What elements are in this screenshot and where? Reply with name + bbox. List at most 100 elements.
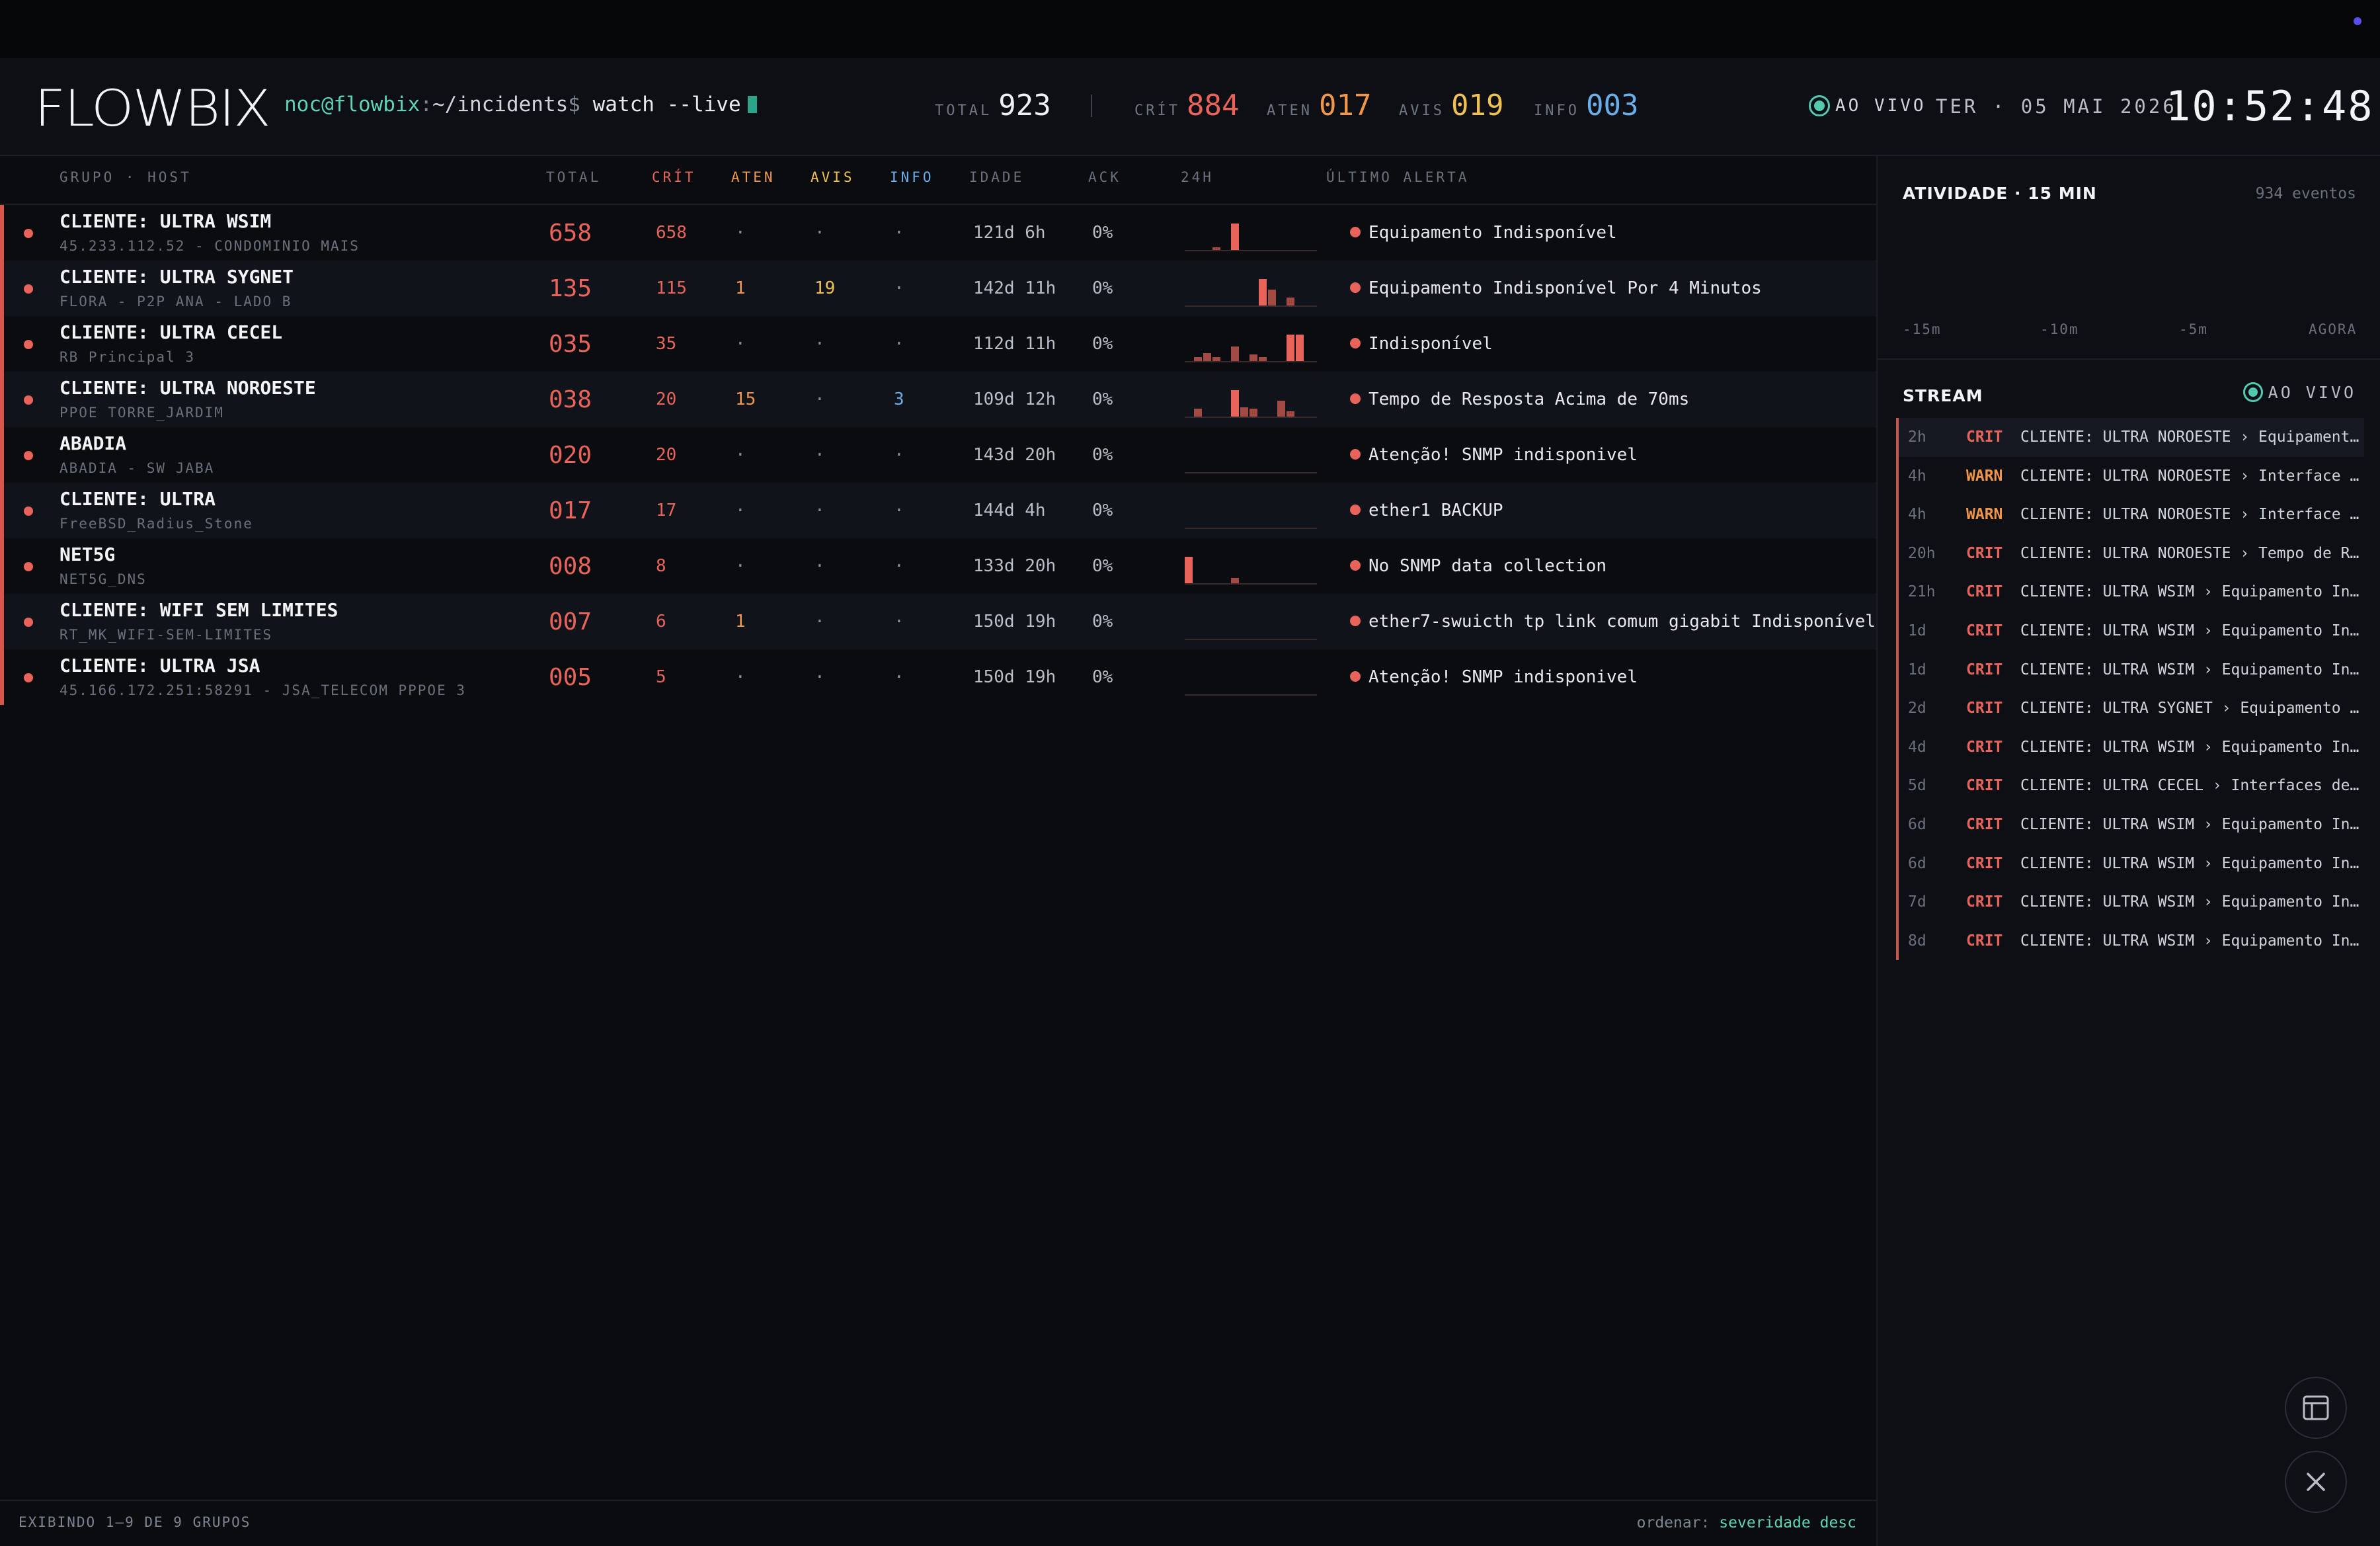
event-message: CLIENTE: ULTRA CECEL › Interfaces descon…	[2020, 777, 2360, 795]
sparkline-bar	[1287, 335, 1294, 361]
col-crit[interactable]: CRÍT	[652, 169, 696, 185]
host-name: PPOE TORRE_JARDIM	[60, 405, 224, 421]
stream-event[interactable]: 5d CRIT CLIENTE: ULTRA CECEL › Interfaces …	[1896, 766, 2364, 805]
sort-control[interactable]: ordenar: severidade desc	[1637, 1514, 1856, 1531]
col-group[interactable]: GRUPO · HOST	[60, 169, 192, 185]
event-severity: CRIT	[1966, 854, 2003, 872]
sort-value[interactable]: severidade desc	[1719, 1514, 1856, 1531]
cell-ack: 0%	[1092, 445, 1113, 465]
stream-event[interactable]: 7d CRIT CLIENTE: ULTRA WSIM › Equipamento …	[1896, 883, 2364, 922]
cell-crit: 20	[656, 445, 677, 465]
stream-live-indicator[interactable]: AO VIVO	[2242, 382, 2356, 402]
host-name: ABADIA - SW JABA	[60, 460, 215, 476]
stream-event[interactable]: 1d CRIT CLIENTE: ULTRA WSIM › Equipamento …	[1896, 650, 2364, 690]
cell-age: 121d 6h	[973, 223, 1046, 243]
col-avis[interactable]: AVIS	[811, 169, 855, 185]
stat-total-value: 923	[998, 89, 1051, 122]
sort-label: ordenar:	[1636, 1514, 1710, 1531]
event-time: 21h	[1908, 583, 1936, 601]
col-total[interactable]: TOTAL	[546, 169, 601, 185]
clock: 10:52:48	[2166, 82, 2374, 130]
stream-event[interactable]: 6d CRIT CLIENTE: ULTRA WSIM › Equipamento …	[1896, 805, 2364, 844]
col-age[interactable]: IDADE	[969, 169, 1024, 185]
col-ack[interactable]: ACK	[1088, 169, 1121, 185]
layout-button[interactable]	[2285, 1377, 2347, 1439]
live-indicator-icon	[1809, 95, 1830, 116]
col-24h[interactable]: 24H	[1181, 169, 1214, 185]
table-row[interactable]: CLIENTE: ULTRA NOROESTE PPOE TORRE_JARDIM…	[0, 372, 1876, 427]
cell-aten: ·	[735, 501, 746, 520]
cell-aten: ·	[735, 556, 746, 576]
last-alert-text: ether1 BACKUP	[1368, 501, 1503, 520]
last-alert-text: Atenção! SNMP indisponivel	[1368, 667, 1638, 687]
group-name: CLIENTE: ULTRA	[60, 488, 216, 510]
event-message: CLIENTE: ULTRA WSIM › Equipamento Indisp…	[2020, 622, 2360, 639]
col-aten[interactable]: ATEN	[731, 169, 775, 185]
last-alert-text: Indisponível	[1368, 334, 1493, 354]
live-indicator-icon	[2242, 382, 2263, 402]
cell-age: 142d 11h	[973, 278, 1056, 298]
live-indicator[interactable]: AO VIVO	[1809, 95, 1926, 116]
last-alert-text: Tempo de Resposta Acima de 70ms	[1368, 389, 1690, 409]
stream-event[interactable]: 6d CRIT CLIENTE: ULTRA WSIM › Equipamento …	[1896, 844, 2364, 883]
cell-last-alert: Indisponível	[1350, 334, 1493, 354]
event-time: 2h	[1908, 428, 1926, 446]
table-row[interactable]: CLIENTE: ULTRA CECEL RB Principal 3 035 35 ·…	[0, 316, 1876, 372]
stream-event[interactable]: 4h WARN CLIENTE: ULTRA NOROESTE › Interfac…	[1896, 456, 2364, 496]
event-severity: CRIT	[1966, 661, 2003, 678]
severity-dot	[24, 451, 33, 460]
host-name: NET5G_DNS	[60, 571, 147, 587]
stat-aten-value: 017	[1318, 89, 1372, 122]
cell-age: 144d 4h	[973, 501, 1046, 520]
cell-info: 3	[894, 389, 904, 409]
sparkline-bar	[1277, 401, 1285, 417]
event-message: CLIENTE: ULTRA NOROESTE › Tempo de Respo…	[2020, 544, 2360, 562]
event-message: CLIENTE: ULTRA NOROESTE › Interface com …	[2020, 506, 2360, 524]
stream-event[interactable]: 4d CRIT CLIENTE: ULTRA WSIM › Equipamento …	[1896, 727, 2364, 767]
group-name: CLIENTE: ULTRA JSA	[60, 655, 260, 676]
side-panel: ATIVIDADE · 15 MIN 934 eventos -15m -10m…	[1876, 156, 2380, 1546]
table-row[interactable]: CLIENTE: ULTRA JSA 45.166.172.251:58291 -…	[0, 649, 1876, 705]
date: TER · 05 MAI 2026	[1936, 95, 2177, 118]
severity-dot	[24, 618, 33, 627]
group-name: NET5G	[60, 544, 116, 565]
cell-ack: 0%	[1092, 389, 1113, 409]
table-row[interactable]: CLIENTE: ULTRA WSIM 45.233.112.52 - CONDO…	[0, 205, 1876, 261]
stat-avis-value: 019	[1450, 89, 1504, 122]
stream-event[interactable]: 4h WARN CLIENTE: ULTRA NOROESTE › Interfac…	[1896, 495, 2364, 534]
last-alert-text: Equipamento Indisponível	[1368, 223, 1617, 243]
group-name: CLIENTE: WIFI SEM LIMITES	[60, 599, 338, 621]
cell-avis: ·	[814, 334, 825, 354]
table-row[interactable]: ABADIA ABADIA - SW JABA 020 20 · · · 143d 20h 0%…	[0, 427, 1876, 483]
table-row[interactable]: NET5G NET5G_DNS 008 8 · · · 133d 20h 0% No SNMP d…	[0, 538, 1876, 594]
alert-dot	[1350, 282, 1361, 293]
col-info[interactable]: INFO	[890, 169, 934, 185]
last-alert-text: Equipamento Indisponível Por 4 Minutos	[1368, 278, 1762, 298]
cell-avis: ·	[814, 501, 825, 520]
cell-aten: ·	[735, 223, 746, 243]
stream-event[interactable]: 1d CRIT CLIENTE: ULTRA WSIM › Equipamento …	[1896, 611, 2364, 651]
close-icon	[2307, 1473, 2325, 1491]
stat-crit: CRÍT 884	[1134, 89, 1239, 122]
table-row[interactable]: CLIENTE: ULTRA FreeBSD_Radius_Stone 017 17 ·…	[0, 483, 1876, 538]
cell-aten: 15	[735, 389, 756, 409]
prompt-user: noc@flowbix	[284, 93, 420, 116]
sparkline-24h	[1185, 217, 1317, 251]
stream-event[interactable]: 21h CRIT CLIENTE: ULTRA WSIM › Equipamento…	[1896, 573, 2364, 612]
table-row[interactable]: CLIENTE: WIFI SEM LIMITES RT_MK_WIFI-SEM-…	[0, 594, 1876, 649]
stat-info: INFO 003	[1534, 89, 1638, 122]
sparkline-bar	[1296, 335, 1304, 361]
table-row[interactable]: CLIENTE: ULTRA SYGNET FLORA - P2P ANA - L…	[0, 261, 1876, 316]
event-time: 20h	[1908, 544, 1936, 562]
stream-event[interactable]: 2h CRIT CLIENTE: ULTRA NOROESTE › Equipame…	[1896, 418, 2364, 457]
stream-event[interactable]: 2d CRIT CLIENTE: ULTRA SYGNET › Equipament…	[1896, 689, 2364, 728]
col-last-alert[interactable]: ÚLTIMO ALERTA	[1326, 169, 1469, 185]
stream-event[interactable]: 20h CRIT CLIENTE: ULTRA NOROESTE › Tempo d…	[1896, 534, 2364, 573]
table-footer: EXIBINDO 1–9 DE 9 GRUPOS ordenar: severi…	[0, 1500, 1876, 1546]
cell-last-alert: Equipamento Indisponível	[1350, 223, 1617, 243]
cell-info: ·	[894, 334, 904, 354]
event-message: CLIENTE: ULTRA WSIM › Equipamento Indisp…	[2020, 932, 2360, 950]
close-button[interactable]	[2285, 1451, 2347, 1513]
stream-event[interactable]: 8d CRIT CLIENTE: ULTRA WSIM › Equipamento …	[1896, 921, 2364, 961]
cell-total: 005	[549, 664, 592, 691]
